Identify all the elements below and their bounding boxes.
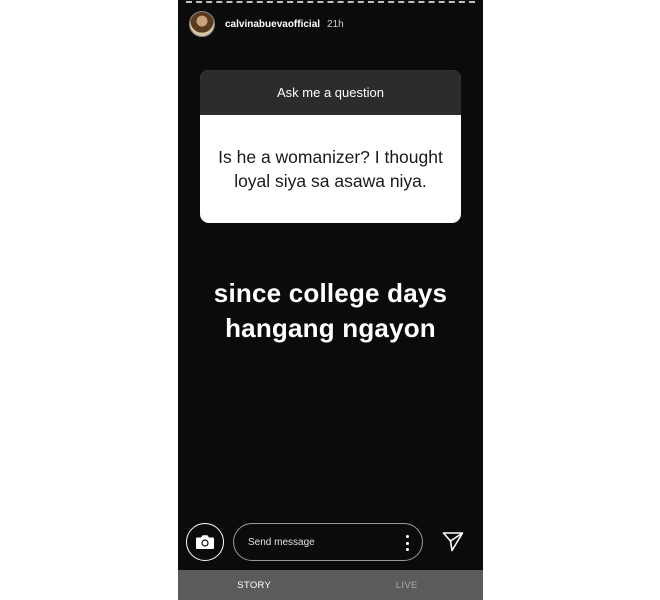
answer-text: since college days hangang ngayon — [178, 276, 483, 346]
reply-bar — [178, 520, 483, 566]
story-viewer[interactable]: calvinabuevaofficial 21h Ask me a questi… — [178, 0, 483, 600]
send-message-field[interactable] — [233, 523, 423, 561]
camera-icon — [196, 535, 214, 549]
answer-line-1: since college days — [213, 278, 448, 308]
camera-button[interactable] — [186, 523, 224, 561]
username[interactable]: calvinabuevaofficial — [225, 19, 320, 30]
story-header: calvinabuevaofficial 21h — [189, 10, 344, 38]
tab-story[interactable]: STORY — [178, 570, 331, 600]
story-progress-bar — [186, 1, 475, 5]
question-sticker-header: Ask me a question — [200, 70, 461, 115]
send-icon[interactable] — [441, 530, 465, 554]
timestamp: 21h — [327, 18, 344, 30]
more-vertical-icon[interactable] — [404, 535, 410, 551]
question-text: Is he a womanizer? I thought loyal siya … — [218, 147, 443, 191]
tab-live[interactable]: LIVE — [331, 570, 484, 600]
message-input[interactable] — [246, 535, 390, 549]
avatar[interactable] — [189, 11, 215, 37]
camera-mode-tabs: STORY LIVE — [178, 570, 483, 600]
answer-line-2: hangang ngayon — [225, 313, 436, 343]
question-sticker: Ask me a question Is he a womanizer? I t… — [200, 70, 461, 223]
